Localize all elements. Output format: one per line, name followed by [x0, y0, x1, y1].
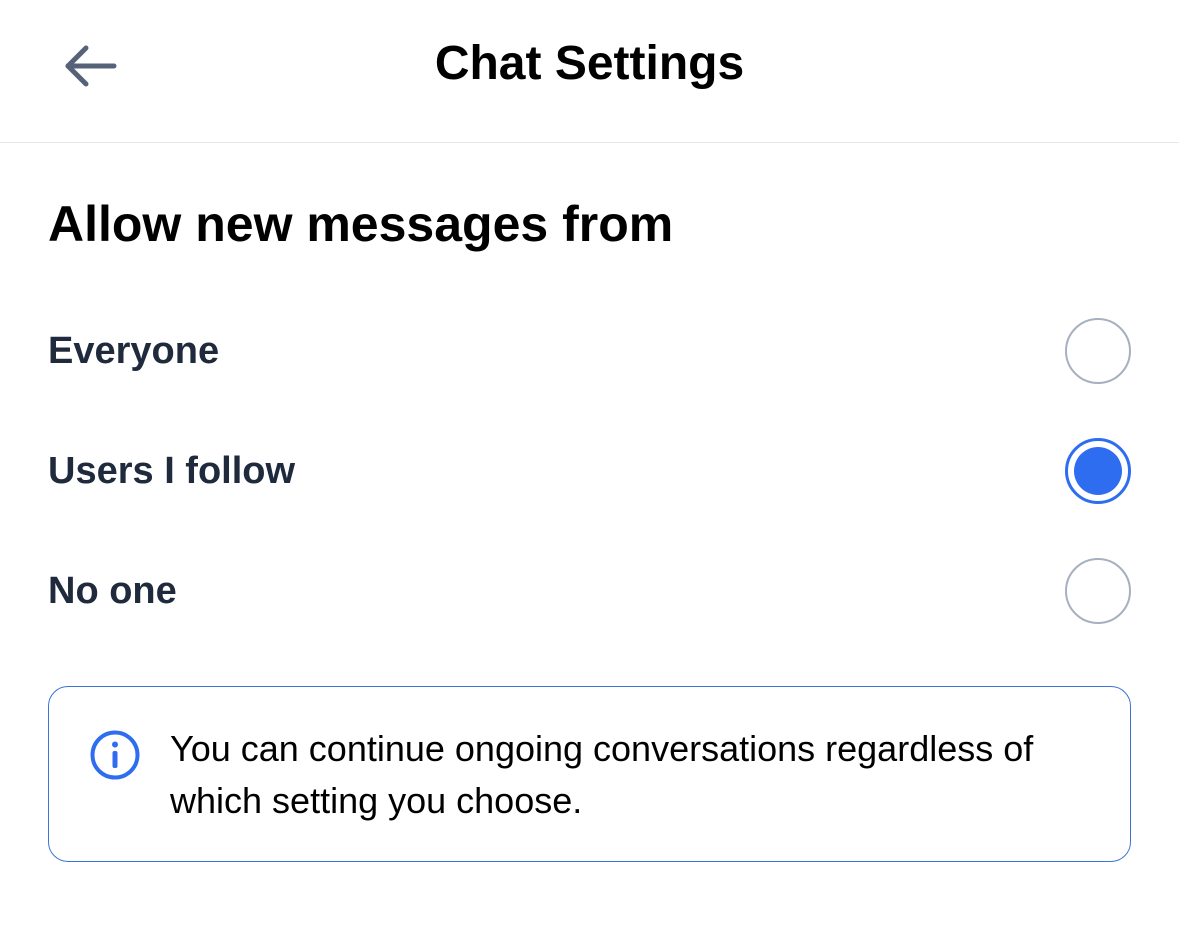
radio-no-one[interactable]	[1065, 558, 1131, 624]
option-label: Users I follow	[48, 449, 296, 492]
radio-everyone[interactable]	[1065, 318, 1131, 384]
header-bar: Chat Settings	[0, 0, 1179, 143]
option-no-one[interactable]: No one	[48, 551, 1131, 631]
info-notice: You can continue ongoing conversations r…	[48, 686, 1131, 862]
option-users-i-follow[interactable]: Users I follow	[48, 431, 1131, 511]
option-label: Everyone	[48, 329, 220, 372]
info-text: You can continue ongoing conversations r…	[170, 728, 1034, 821]
option-label: No one	[48, 569, 177, 612]
page-title: Chat Settings	[434, 37, 745, 90]
radio-selected-dot	[1074, 447, 1122, 495]
section-heading: Allow new messages from	[48, 196, 674, 252]
option-everyone[interactable]: Everyone	[48, 311, 1131, 391]
info-circle-icon	[90, 730, 140, 780]
radio-users-i-follow[interactable]	[1065, 438, 1131, 504]
